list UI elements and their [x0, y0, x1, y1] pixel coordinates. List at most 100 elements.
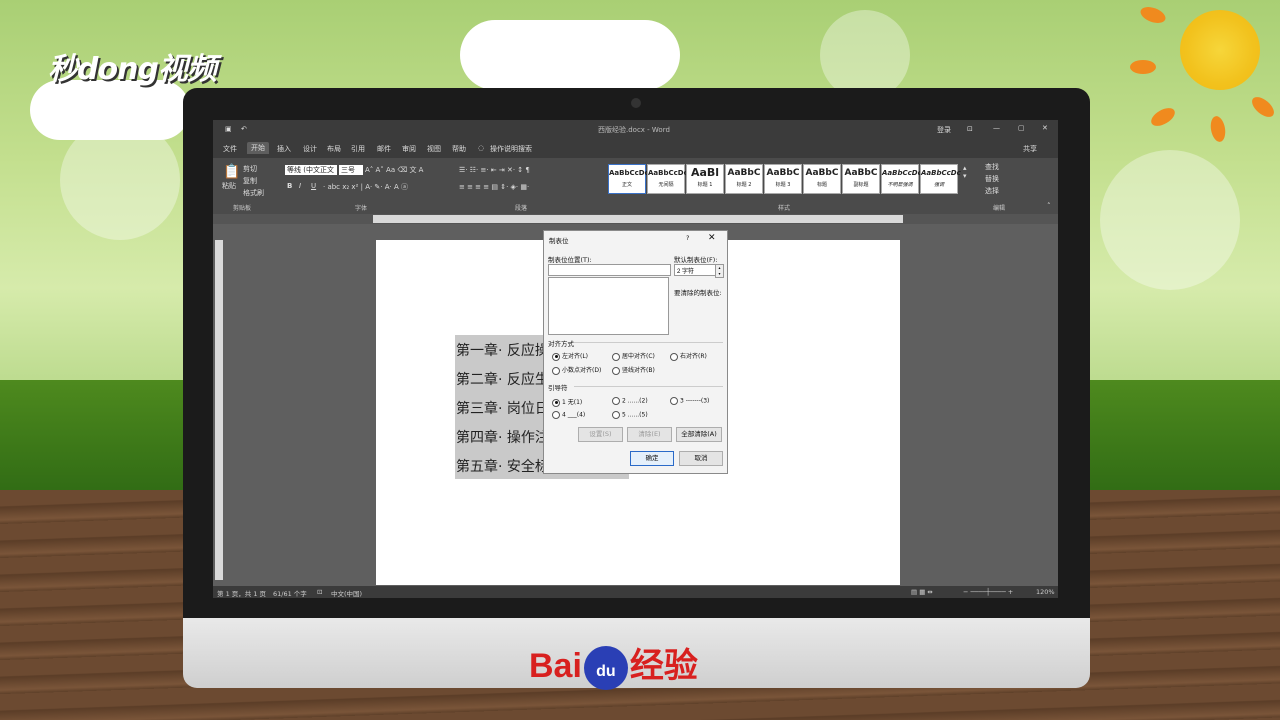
font-name-select[interactable]: 等线 (中文正文 — [285, 165, 337, 175]
word-count[interactable]: 61/61 个字 — [273, 588, 307, 598]
login-link[interactable]: 登录 — [937, 125, 951, 135]
styles-scroll-icon[interactable]: ▴ ▾ — [963, 164, 967, 180]
style-name: 无间隔 — [658, 182, 674, 188]
style-no-spacing[interactable]: AaBbCcDc 无间隔 — [647, 164, 688, 194]
format-painter-button[interactable]: 格式刷 — [243, 188, 264, 198]
tab-layout[interactable]: 布局 — [327, 144, 341, 154]
font-size-select[interactable]: 三号 — [339, 165, 363, 175]
divider — [574, 342, 723, 343]
align-icons[interactable]: ≡ ≡ ≡ ≡ ▤ ⇕· ◈· ▦· — [459, 183, 529, 191]
bokeh-light — [820, 10, 910, 100]
style-heading-1[interactable]: AaBl 标题 1 — [686, 164, 724, 194]
leader-4-radio[interactable]: 4 ___(4) — [552, 411, 585, 419]
tab-insert[interactable]: 插入 — [277, 144, 291, 154]
language-indicator[interactable]: 中文(中国) — [331, 588, 362, 598]
ok-button[interactable]: 确定 — [630, 451, 674, 466]
style-normal[interactable]: AaBbCcDc 正文 — [608, 164, 649, 194]
document-line-3[interactable]: 第三章· 岗位日 — [456, 398, 549, 418]
align-right-radio[interactable]: 右对齐(R) — [670, 351, 707, 361]
font-group-label: 字体 — [355, 205, 368, 212]
tell-me-search[interactable]: 操作说明搜索 — [490, 144, 532, 154]
document-line-5[interactable]: 第五章· 安全标 — [456, 456, 549, 476]
style-emphasis[interactable]: AaBbCcDc 强调 — [920, 164, 961, 194]
radio-label: 小数点对齐(D) — [562, 367, 602, 374]
cut-button[interactable]: 剪切 — [243, 164, 257, 174]
style-heading-3[interactable]: AaBbC 标题 3 — [764, 164, 802, 194]
style-title[interactable]: AaBbC 标题 — [803, 164, 841, 194]
styles-group-label: 样式 — [778, 205, 791, 212]
dialog-close-icon[interactable]: ✕ — [708, 233, 716, 243]
italic-icon[interactable]: I — [299, 182, 301, 190]
paste-icon[interactable]: 📋 — [223, 164, 240, 180]
leader-3-radio[interactable]: 3 -------(3) — [670, 397, 709, 405]
cancel-button[interactable]: 取消 — [679, 451, 723, 466]
leader-5-radio[interactable]: 5 ......(5) — [612, 411, 648, 419]
help-icon[interactable]: ? — [686, 234, 689, 242]
radio-unselected — [612, 352, 620, 361]
style-subtitle[interactable]: AaBbC 副标题 — [842, 164, 880, 194]
leader-1-radio[interactable]: 1 无(1) — [552, 397, 582, 407]
replace-button[interactable]: 替换 — [985, 174, 999, 184]
save-icon[interactable]: ▣ — [225, 125, 232, 133]
tab-view[interactable]: 视图 — [427, 144, 441, 154]
collapse-ribbon-icon[interactable]: ˄ — [1047, 202, 1051, 210]
find-button[interactable]: 查找 — [985, 162, 999, 172]
style-preview: AaBbCcDc — [921, 169, 961, 177]
close-icon[interactable]: ✕ — [1042, 124, 1048, 132]
align-center-radio[interactable]: 居中对齐(C) — [612, 351, 655, 361]
select-button[interactable]: 选择 — [985, 186, 999, 196]
sun-ray — [1208, 114, 1228, 144]
undo-icon[interactable]: ↶ — [241, 125, 247, 133]
zoom-level[interactable]: 120% — [1036, 588, 1055, 596]
sun-ray — [1130, 60, 1156, 74]
copy-button[interactable]: 复制 — [243, 176, 257, 186]
tab-references[interactable]: 引用 — [351, 144, 365, 154]
document-line-2[interactable]: 第二章· 反应生 — [456, 369, 549, 389]
ribbon-options-icon[interactable]: ⊡ — [967, 125, 973, 133]
style-subtle-emphasis[interactable]: AaBbCcDc 不明显强调 — [881, 164, 922, 194]
share-button[interactable]: 共享 — [1023, 144, 1037, 154]
alignment-title: 对齐方式 — [548, 340, 574, 348]
list-icons[interactable]: ☰· ☷· ≡· ⇤ ⇥ ✕· ↕ ¶ — [459, 166, 530, 174]
tab-design[interactable]: 设计 — [303, 144, 317, 154]
align-left-radio[interactable]: 左对齐(L) — [552, 351, 588, 361]
vertical-ruler[interactable] — [215, 240, 223, 580]
tab-mailings[interactable]: 邮件 — [377, 144, 391, 154]
zoom-slider[interactable]: − ────┼──── + — [963, 588, 1013, 596]
align-bar-radio[interactable]: 竖线对齐(B) — [612, 365, 655, 375]
divider — [574, 386, 723, 387]
lightbulb-icon: ◌ — [478, 144, 485, 152]
style-heading-2[interactable]: AaBbC 标题 2 — [725, 164, 763, 194]
view-icons[interactable]: ▤ ▦ ⇹ — [911, 588, 933, 596]
document-line-4[interactable]: 第四章· 操作注 — [456, 427, 549, 447]
proofing-icon[interactable]: ⊡ — [317, 588, 322, 596]
style-preview: AaBbC — [844, 168, 878, 178]
default-tab-input[interactable] — [674, 264, 718, 276]
maximize-icon[interactable]: ▢ — [1018, 124, 1025, 132]
bold-icon[interactable]: B — [287, 182, 292, 190]
minimize-icon[interactable]: — — [993, 124, 1000, 132]
cloud — [460, 20, 680, 90]
set-button[interactable]: 设置(S) — [578, 427, 623, 442]
clear-all-button[interactable]: 全部清除(A) — [676, 427, 722, 442]
horizontal-ruler[interactable] — [213, 214, 1058, 224]
sun-ray — [1248, 93, 1278, 121]
tabs-dialog: 制表位 ? ✕ 制表位位置(T): 默认制表位(F): ▴▾ 要清除的制表位: … — [543, 230, 728, 474]
tab-stop-list[interactable] — [548, 277, 669, 335]
underline-icon[interactable]: U — [311, 182, 316, 190]
default-tab-spinner[interactable]: ▴ ▾ — [715, 264, 724, 278]
grow-font-icon[interactable]: A˄ A˅ Aa ⌫ 文 A — [365, 165, 423, 175]
paste-button[interactable]: 粘贴 — [222, 181, 236, 191]
style-preview: AaBl — [690, 166, 720, 179]
document-line-1[interactable]: 第一章· 反应操 — [456, 340, 549, 360]
tab-file[interactable]: 文件 — [223, 144, 237, 154]
leader-2-radio[interactable]: 2 ......(2) — [612, 397, 648, 405]
font-effects-icons[interactable]: · abc x₂ x² | A· ✎· A· A ⓐ — [323, 182, 408, 192]
tab-help[interactable]: 帮助 — [452, 144, 466, 154]
clear-button[interactable]: 清除(E) — [627, 427, 672, 442]
align-decimal-radio[interactable]: 小数点对齐(D) — [552, 365, 601, 375]
tab-home[interactable]: 开始 — [247, 142, 269, 154]
tab-stop-input[interactable] — [548, 264, 671, 276]
page-count[interactable]: 第 1 页，共 1 页 — [217, 588, 266, 598]
tab-review[interactable]: 审阅 — [402, 144, 416, 154]
